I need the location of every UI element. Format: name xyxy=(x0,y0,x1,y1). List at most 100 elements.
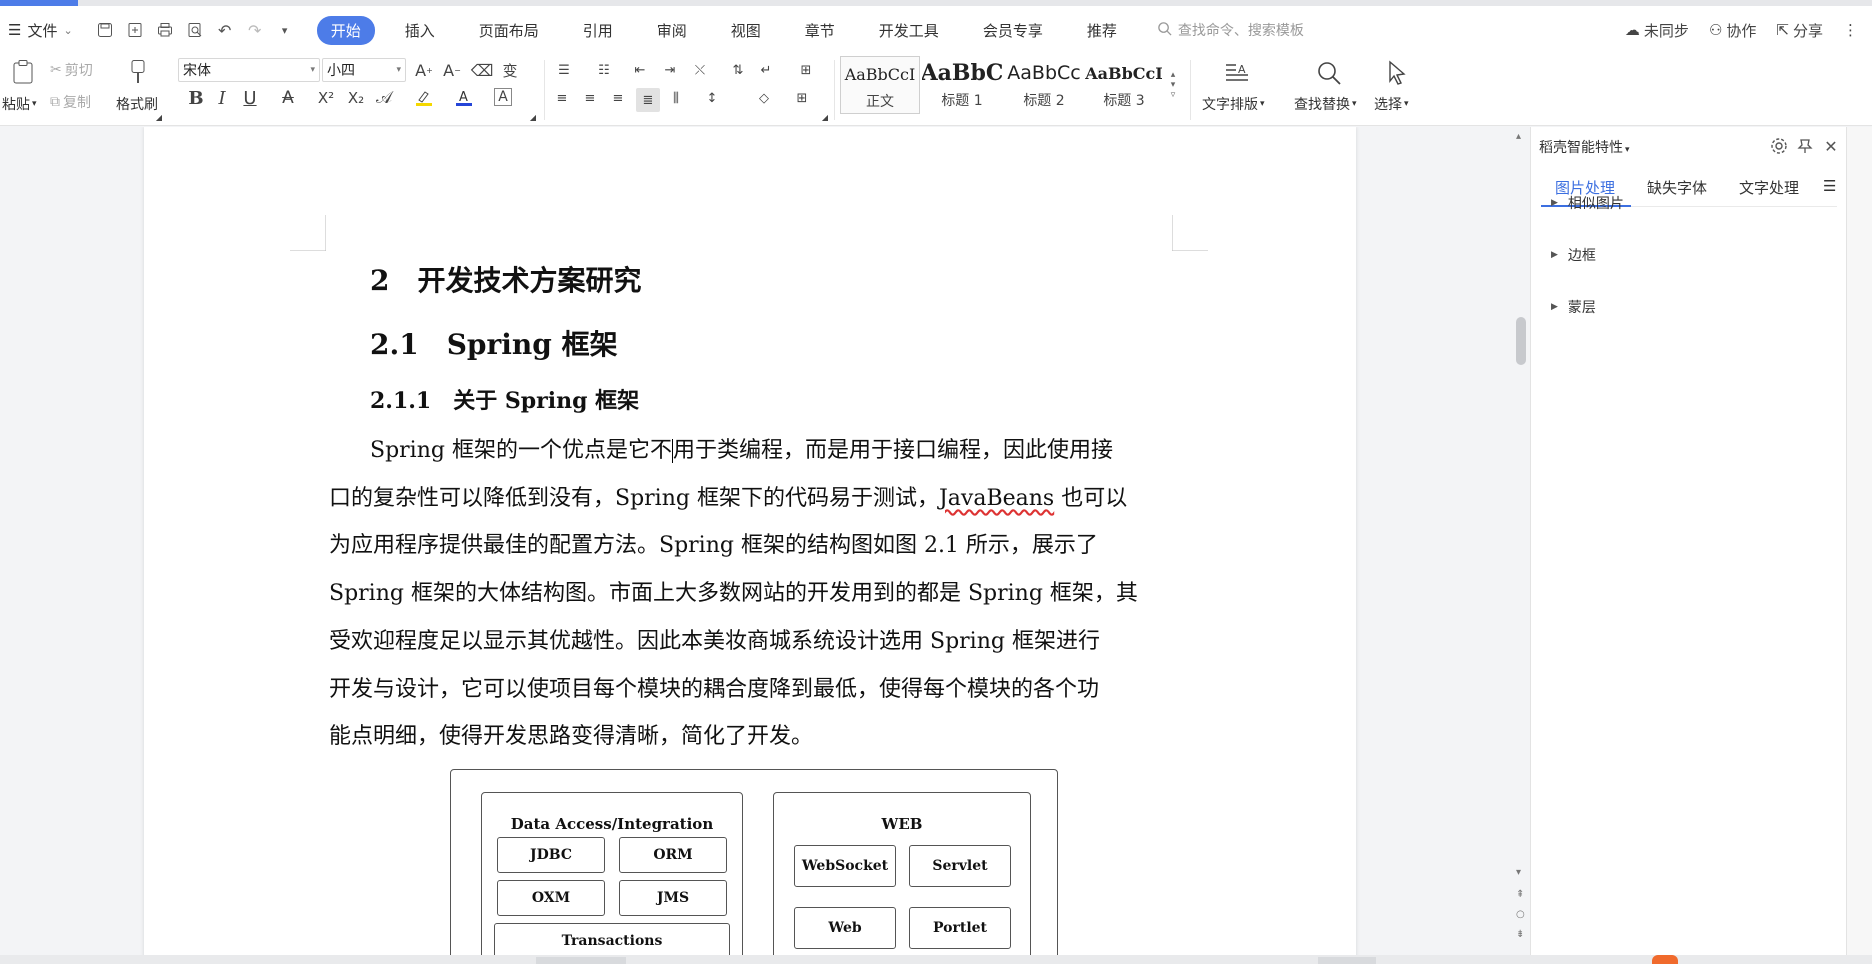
format-painter-icon[interactable] xyxy=(126,58,150,86)
scroll-up-icon[interactable]: ▴ xyxy=(1516,131,1521,142)
panel-item-mask[interactable]: ▶ 蒙层 xyxy=(1551,297,1596,317)
text-layout-button[interactable]: 文字排版 ▾ xyxy=(1202,94,1265,114)
superscript-icon[interactable]: X² xyxy=(316,88,336,108)
customize-toolbar-icon[interactable]: ▾ xyxy=(275,20,295,40)
align-center-icon[interactable]: ≡ xyxy=(580,88,600,108)
tab-0[interactable]: 开始 xyxy=(316,15,375,45)
style-heading-3[interactable]: AaBbCcI 标题 3 xyxy=(1084,56,1164,114)
find-replace-button[interactable]: 查找替换 ▾ xyxy=(1294,94,1357,114)
justify-icon[interactable]: ≣ xyxy=(636,88,660,112)
print-icon[interactable] xyxy=(155,20,175,40)
search-command[interactable]: 查找命令、搜索模板 xyxy=(1157,20,1304,40)
panel-item-similar-images[interactable]: ▶ 相似图片 xyxy=(1551,193,1624,213)
chevron-down-icon: ▾ xyxy=(1260,99,1265,109)
tab-8[interactable]: 会员专享 xyxy=(969,16,1057,45)
tab-6[interactable]: 章节 xyxy=(791,16,849,45)
shading-icon[interactable]: ◇ xyxy=(754,88,774,108)
format-painter-button[interactable]: 格式刷 xyxy=(116,94,158,114)
next-page-icon[interactable]: ⇟ xyxy=(1516,929,1524,940)
style-heading-2[interactable]: AaBbCc 标题 2 xyxy=(1004,56,1084,114)
tab-2[interactable]: 页面布局 xyxy=(465,16,553,45)
print-preview-icon[interactable] xyxy=(185,20,205,40)
pin-icon[interactable] xyxy=(1795,136,1815,156)
align-left-icon[interactable]: ≡ xyxy=(552,88,572,108)
paste-icon[interactable] xyxy=(10,58,36,86)
line-spacing-icon[interactable]: ↕ xyxy=(702,88,722,108)
tab-missing-fonts[interactable]: 缺失字体 xyxy=(1647,177,1707,198)
dialog-launcher-icon[interactable]: ◢ xyxy=(820,112,830,122)
style-name: 标题 1 xyxy=(941,93,983,109)
style-heading-1[interactable]: AaBbC 标题 1 xyxy=(922,56,1002,114)
text-layout-icon[interactable]: A xyxy=(1222,58,1252,88)
copy-button[interactable]: ⧉ 复制 xyxy=(50,92,91,112)
font-size-select[interactable]: 小四 ▾ xyxy=(322,58,406,82)
tab-1[interactable]: 插入 xyxy=(391,16,449,45)
export-pdf-icon[interactable] xyxy=(125,20,145,40)
shrink-font-icon[interactable]: A − xyxy=(442,60,462,80)
style-normal[interactable]: AaBbCcI 正文 xyxy=(840,56,920,114)
prev-page-icon[interactable]: ⇞ xyxy=(1516,889,1524,900)
cut-button[interactable]: ✂ 剪切 xyxy=(50,60,93,80)
close-icon[interactable]: ✕ xyxy=(1821,136,1841,156)
vertical-scrollbar[interactable]: ▴ ▾ ⇞ ○ ⇟ xyxy=(1512,127,1530,955)
find-replace-icon[interactable] xyxy=(1314,58,1344,88)
file-menu-button[interactable]: ☰ 文件 ⌄ xyxy=(0,20,73,41)
gear-icon[interactable] xyxy=(1769,136,1789,156)
panel-item-border[interactable]: ▶ 边框 xyxy=(1551,245,1596,265)
bullet-list-icon[interactable]: ☰ xyxy=(554,60,574,80)
scrollbar-thumb[interactable] xyxy=(1516,317,1526,365)
borders-icon[interactable]: ⊞ xyxy=(792,88,812,108)
tab-stops-icon[interactable]: ⊞ xyxy=(796,60,816,80)
show-marks-icon[interactable]: ↵ xyxy=(756,60,776,80)
tab-text-processing[interactable]: 文字处理 xyxy=(1739,177,1799,198)
more-menu-icon[interactable]: ⋮ xyxy=(1843,21,1858,39)
text-direction-icon[interactable]: ⤬ xyxy=(690,60,710,80)
phonetic-guide-icon[interactable]: 变 xyxy=(500,60,520,80)
panel-menu-icon[interactable]: ☰ xyxy=(1823,177,1836,195)
dialog-launcher-icon[interactable]: ◢ xyxy=(154,112,164,122)
document-page[interactable]: 2 开发技术方案研究 2.1 Spring 框架 2.1.1 关于 Spring… xyxy=(144,127,1356,955)
scroll-down-icon[interactable]: ▾ xyxy=(1516,867,1521,878)
save-icon[interactable] xyxy=(95,20,115,40)
select-browse-object-icon[interactable]: ○ xyxy=(1516,909,1525,920)
strikethrough-icon[interactable]: A xyxy=(278,88,298,108)
subscript-icon[interactable]: X₂ xyxy=(346,88,366,108)
quick-access-toolbar: ↶ ↷ ▾ xyxy=(95,20,295,40)
bold-icon[interactable]: B xyxy=(186,88,206,109)
spring-architecture-figure[interactable]: Data Access/Integration JDBC ORM OXM JMS… xyxy=(450,769,1058,955)
cursor-arrow-icon[interactable] xyxy=(1382,58,1412,88)
text-effects-icon[interactable]: 𝒜 xyxy=(374,88,394,108)
char-border-icon[interactable]: A xyxy=(494,88,512,106)
panel-title-dropdown[interactable]: 稻壳智能特性 ▾ xyxy=(1539,137,1630,157)
clear-format-icon[interactable]: ⌫ xyxy=(471,60,494,80)
highlight-icon[interactable] xyxy=(414,88,434,108)
tab-5[interactable]: 视图 xyxy=(717,16,775,45)
font-color-icon[interactable]: A xyxy=(454,88,474,108)
underline-icon[interactable]: U xyxy=(240,88,260,109)
numbered-list-icon[interactable]: ☷ xyxy=(594,60,614,80)
decrease-indent-icon[interactable]: ⇤ xyxy=(630,60,650,80)
grow-font-icon[interactable]: A + xyxy=(414,60,434,80)
align-right-icon[interactable]: ≡ xyxy=(608,88,628,108)
collaborate-button[interactable]: ⚇ 协作 xyxy=(1709,20,1756,41)
orange-indicator[interactable] xyxy=(1652,955,1678,964)
font-name-select[interactable]: 宋体 ▾ xyxy=(178,58,320,82)
tab-7[interactable]: 开发工具 xyxy=(865,16,953,45)
distribute-icon[interactable]: ⫼ xyxy=(666,88,686,108)
undo-icon[interactable]: ↶ xyxy=(215,20,235,40)
select-button[interactable]: 选择 ▾ xyxy=(1374,94,1409,114)
status-bar xyxy=(0,955,1872,964)
paste-button[interactable]: 粘贴 ▾ xyxy=(2,94,37,114)
tab-3[interactable]: 引用 xyxy=(569,16,627,45)
increase-indent-icon[interactable]: ⇥ xyxy=(660,60,680,80)
italic-icon[interactable]: I xyxy=(212,88,232,109)
sync-status-button[interactable]: ☁ 未同步 xyxy=(1625,20,1689,41)
dialog-launcher-icon[interactable]: ◢ xyxy=(528,112,538,122)
sort-icon[interactable]: ⇅ xyxy=(728,60,748,80)
tab-9[interactable]: 推荐 xyxy=(1073,16,1131,45)
redo-icon[interactable]: ↷ xyxy=(245,20,265,40)
styles-scroll-icon[interactable]: ▴ ▾ ▿ xyxy=(1166,56,1180,114)
share-button[interactable]: ⇱ 分享 xyxy=(1776,20,1823,41)
tab-4[interactable]: 审阅 xyxy=(643,16,701,45)
right-sidebar-strip[interactable] xyxy=(1846,127,1872,955)
